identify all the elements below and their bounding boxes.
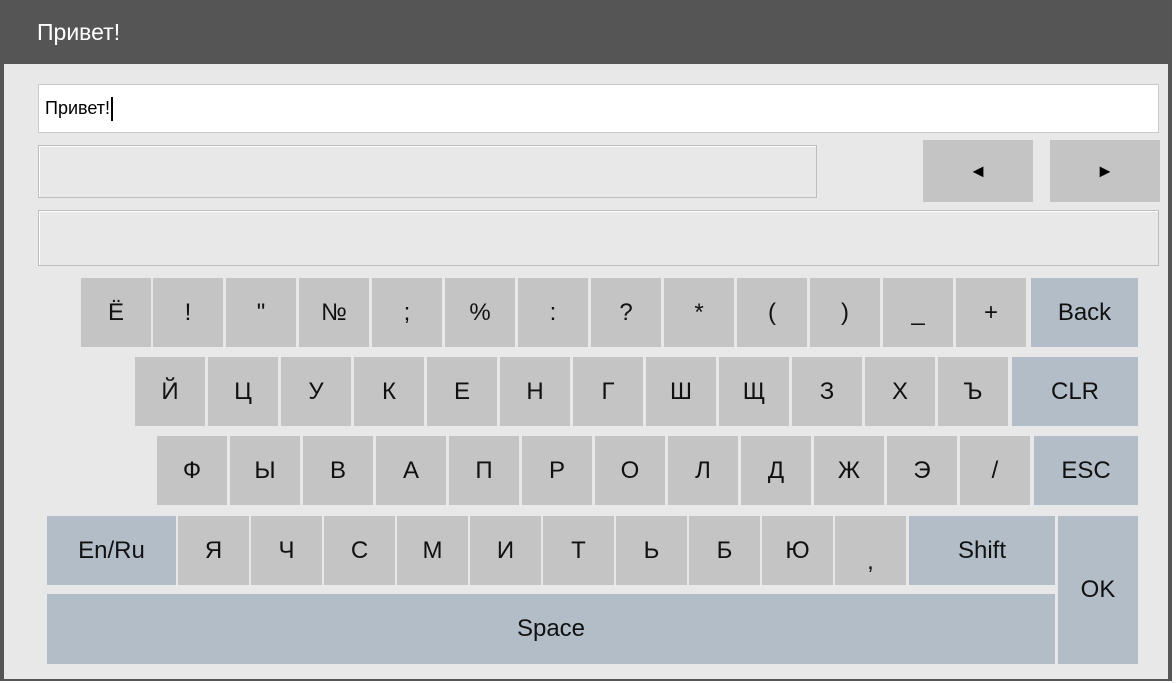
- key-comma[interactable]: ,: [835, 516, 906, 585]
- right-arrow-icon: ►: [1096, 160, 1114, 181]
- key-letter[interactable]: Й: [135, 357, 205, 426]
- escape-button[interactable]: ESC: [1034, 436, 1138, 505]
- key-letter[interactable]: А: [376, 436, 446, 505]
- key-letter[interactable]: Л: [668, 436, 738, 505]
- key-letter[interactable]: Ф: [157, 436, 227, 505]
- key-numero[interactable]: №: [299, 278, 369, 347]
- key-underscore[interactable]: _: [883, 278, 953, 347]
- text-input-field[interactable]: Привет!: [38, 84, 1159, 133]
- key-letter[interactable]: Ь: [616, 516, 687, 585]
- clear-button[interactable]: CLR: [1012, 357, 1138, 426]
- key-letter[interactable]: Ж: [814, 436, 884, 505]
- left-arrow-icon: ◄: [969, 160, 987, 181]
- space-button[interactable]: Space: [47, 594, 1055, 664]
- key-letter[interactable]: У: [281, 357, 351, 426]
- shift-button[interactable]: Shift: [909, 516, 1055, 585]
- key-letter[interactable]: Б: [689, 516, 760, 585]
- key-letter[interactable]: М: [397, 516, 468, 585]
- key-letter[interactable]: Ц: [208, 357, 278, 426]
- key-letter[interactable]: Ш: [646, 357, 716, 426]
- text-caret: [111, 97, 114, 122]
- key-letter[interactable]: И: [470, 516, 541, 585]
- key-letter[interactable]: Ч: [251, 516, 322, 585]
- key-letter[interactable]: Т: [543, 516, 614, 585]
- key-letter[interactable]: В: [303, 436, 373, 505]
- backspace-button[interactable]: Back: [1031, 278, 1138, 347]
- key-letter[interactable]: Э: [887, 436, 957, 505]
- window-title: Привет!: [0, 0, 1172, 64]
- key-letter[interactable]: Д: [741, 436, 811, 505]
- key-letter[interactable]: Н: [500, 357, 570, 426]
- key-letter[interactable]: Е: [427, 357, 497, 426]
- key-yo[interactable]: Ё: [81, 278, 151, 347]
- key-letter[interactable]: Ы: [230, 436, 300, 505]
- input-text: Привет!: [45, 98, 111, 118]
- prev-button[interactable]: ◄: [923, 140, 1033, 202]
- key-letter[interactable]: Щ: [719, 357, 789, 426]
- key-exclamation[interactable]: !: [153, 278, 223, 347]
- key-letter[interactable]: Я: [178, 516, 249, 585]
- key-right-paren[interactable]: ): [810, 278, 880, 347]
- key-left-paren[interactable]: (: [737, 278, 807, 347]
- key-letter[interactable]: Х: [865, 357, 935, 426]
- key-percent[interactable]: %: [445, 278, 515, 347]
- key-plus[interactable]: +: [956, 278, 1026, 347]
- key-letter[interactable]: Ъ: [938, 357, 1008, 426]
- key-letter[interactable]: П: [449, 436, 519, 505]
- ok-button[interactable]: OK: [1058, 516, 1138, 664]
- info-field: [38, 210, 1159, 266]
- key-question[interactable]: ?: [591, 278, 661, 347]
- key-slash[interactable]: /: [960, 436, 1030, 505]
- key-letter[interactable]: Ю: [762, 516, 833, 585]
- key-colon[interactable]: :: [518, 278, 588, 347]
- language-toggle-button[interactable]: En/Ru: [47, 516, 176, 585]
- next-button[interactable]: ►: [1050, 140, 1160, 202]
- key-letter[interactable]: О: [595, 436, 665, 505]
- key-letter[interactable]: Р: [522, 436, 592, 505]
- suggestion-field: [38, 145, 817, 198]
- key-double-quote[interactable]: ": [226, 278, 296, 347]
- key-letter[interactable]: С: [324, 516, 395, 585]
- key-semicolon[interactable]: ;: [372, 278, 442, 347]
- key-asterisk[interactable]: *: [664, 278, 734, 347]
- key-letter[interactable]: Г: [573, 357, 643, 426]
- key-letter[interactable]: К: [354, 357, 424, 426]
- key-letter[interactable]: З: [792, 357, 862, 426]
